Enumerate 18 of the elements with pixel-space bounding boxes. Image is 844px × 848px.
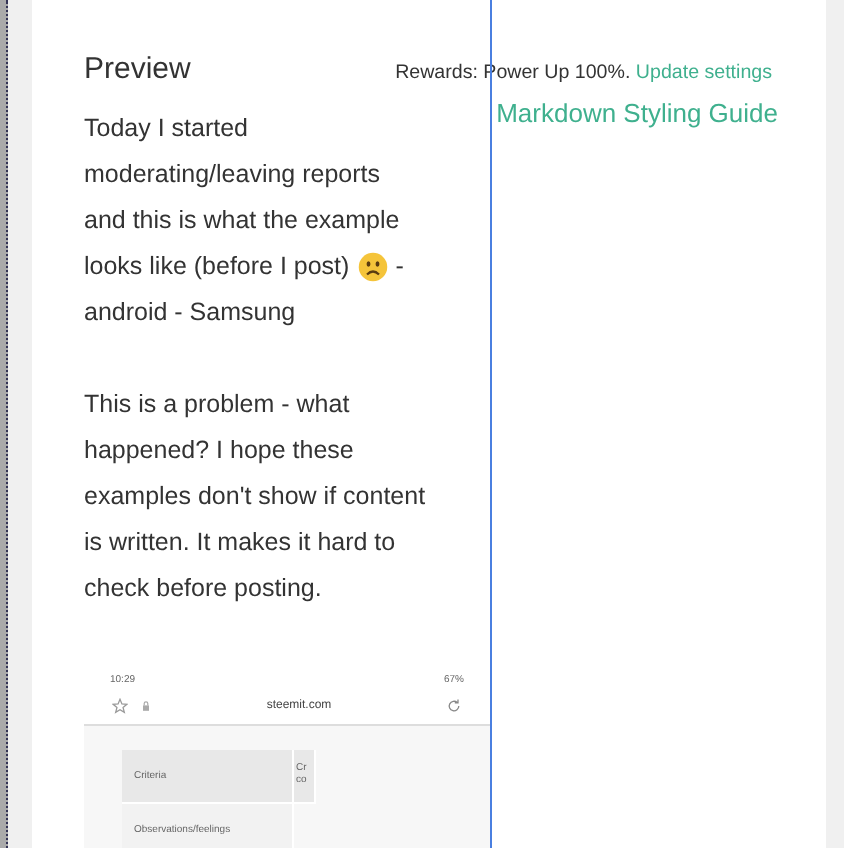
paragraph-line: is written. It makes it hard to	[84, 526, 396, 560]
paragraph-line: Today I started	[84, 112, 248, 146]
paragraph-line: examples don't show if content	[84, 480, 426, 514]
paragraph-line: -	[395, 250, 404, 284]
paragraph-line: android - Samsung	[84, 296, 296, 330]
update-settings-link[interactable]: Update settings	[635, 62, 772, 84]
paragraph-line: check before posting.	[84, 572, 322, 606]
paragraph-line: looks like (before I post)	[84, 250, 350, 284]
paragraph-line: This is a problem - what	[84, 388, 350, 422]
reload-icon	[446, 698, 462, 714]
sad-face-icon	[357, 252, 388, 282]
paragraph-line: moderating/leaving reports	[84, 158, 380, 192]
preview-heading: Preview	[84, 52, 191, 86]
lock-icon	[140, 698, 152, 714]
star-icon	[112, 698, 128, 714]
paragraph-line: and this is what the example	[84, 204, 400, 238]
markdown-guide-link[interactable]: Markdown Styling Guide	[496, 98, 778, 848]
paragraph-line: happened? I hope these	[84, 434, 354, 468]
